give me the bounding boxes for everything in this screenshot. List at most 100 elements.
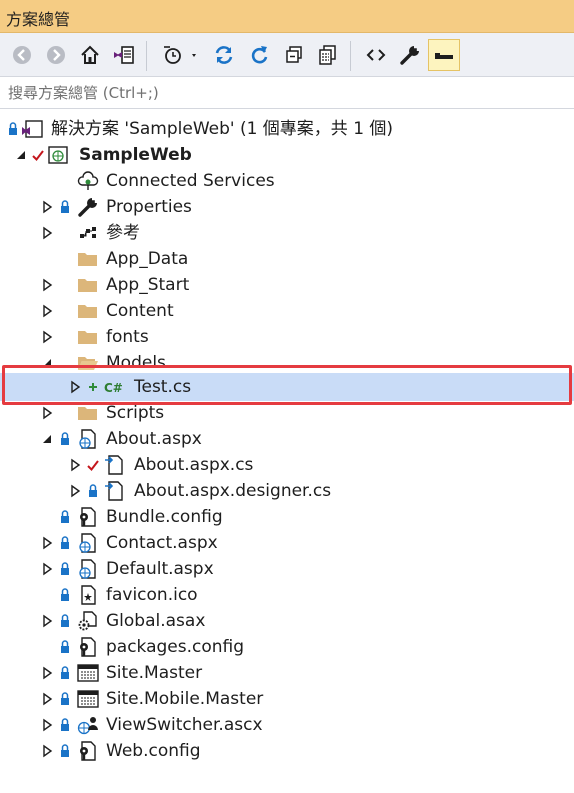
tree-item-label: Web.config [106, 741, 201, 761]
tree-item-fonts[interactable]: fonts [0, 324, 574, 350]
tree-item-site-master[interactable]: Site.Master [0, 660, 574, 686]
tree-item-web-config[interactable]: Web.config [0, 738, 574, 764]
collapsed-arrow-icon[interactable] [40, 613, 54, 629]
tree-item-site-mobile-master[interactable]: Site.Mobile.Master [0, 686, 574, 712]
collapsed-arrow-icon[interactable] [40, 199, 54, 215]
master-page-icon [77, 690, 99, 708]
tree-item-label: Default.aspx [106, 559, 214, 579]
collapsed-arrow-icon[interactable] [68, 457, 82, 473]
tree-item-label: App_Data [106, 249, 189, 269]
lock-icon [61, 432, 69, 445]
tree-item-label: 解決方案 'SampleWeb' (1 個專案，共 1 個) [51, 119, 394, 139]
tree-item-references[interactable]: 參考 [0, 220, 574, 246]
tree-item-label: App_Start [106, 275, 190, 295]
collapsed-arrow-icon[interactable] [40, 277, 54, 293]
tree-item-packages-config[interactable]: packages.config [0, 634, 574, 660]
lock-icon [61, 692, 69, 705]
view-code-icon[interactable] [362, 41, 390, 69]
preview-selected-items-icon[interactable] [428, 39, 460, 71]
lock-icon [61, 588, 69, 601]
collapsed-arrow-icon[interactable] [68, 379, 82, 395]
tree-item-label: Content [106, 301, 174, 321]
search-box[interactable] [0, 77, 574, 109]
tree-item-app-start[interactable]: App_Start [0, 272, 574, 298]
code-file-icon [105, 455, 123, 475]
tree-item-about-aspx[interactable]: About.aspx [0, 426, 574, 452]
collapsed-arrow-icon[interactable] [40, 303, 54, 319]
solution-tree: 解決方案 'SampleWeb' (1 個專案，共 1 個) SampleWeb… [0, 110, 574, 793]
tree-item-app-data[interactable]: App_Data [0, 246, 574, 272]
lock-icon [9, 122, 17, 135]
tree-item-label: packages.config [106, 637, 245, 657]
refresh-icon[interactable] [246, 41, 274, 69]
expanded-arrow-icon[interactable] [40, 355, 54, 371]
collapsed-arrow-icon[interactable] [40, 535, 54, 551]
solution-explorer-title-bar: 方案總管 [0, 0, 574, 33]
collapsed-arrow-icon[interactable] [40, 561, 54, 577]
tree-item-solution[interactable]: 解決方案 'SampleWeb' (1 個專案，共 1 個) [0, 116, 574, 142]
collapsed-arrow-icon[interactable] [40, 329, 54, 345]
lock-icon [61, 200, 69, 213]
solution-explorer-toolbar [0, 33, 574, 77]
tree-item-contact-aspx[interactable]: Contact.aspx [0, 530, 574, 556]
toolbar-separator [146, 41, 147, 71]
home-icon[interactable] [76, 41, 104, 69]
tree-item-about-aspx-designer-cs[interactable]: About.aspx.designer.cs [0, 478, 574, 504]
tree-item-connected-services[interactable]: Connected Services [0, 168, 574, 194]
svg-text:C#: C# [104, 381, 123, 395]
back-icon[interactable] [8, 41, 36, 69]
collapse-all-icon[interactable] [280, 41, 308, 69]
forward-icon[interactable] [42, 41, 70, 69]
pending-add-icon [89, 383, 97, 391]
lock-icon [61, 614, 69, 627]
csharp-file-icon: C# [104, 381, 123, 395]
tree-item-label: Connected Services [106, 171, 275, 191]
tree-item-sampleweb[interactable]: SampleWeb [0, 142, 574, 168]
user-control-icon [77, 717, 98, 735]
tree-item-properties[interactable]: Properties [0, 194, 574, 220]
tree-item-favicon-ico[interactable]: favicon.ico [0, 582, 574, 608]
tree-item-content[interactable]: Content [0, 298, 574, 324]
master-page-icon [77, 664, 99, 682]
collapsed-arrow-icon[interactable] [40, 717, 54, 733]
expanded-arrow-icon[interactable] [40, 431, 54, 447]
tree-item-label: About.aspx.designer.cs [134, 481, 332, 501]
tree-item-label: Properties [106, 197, 192, 217]
tree-item-label: fonts [106, 327, 149, 347]
lock-icon [61, 744, 69, 757]
collapsed-arrow-icon[interactable] [40, 743, 54, 759]
lock-icon [89, 484, 97, 497]
collapsed-arrow-icon[interactable] [40, 405, 54, 421]
panel-title: 方案總管 [6, 10, 71, 29]
pending-changes-filter-icon[interactable] [158, 41, 202, 69]
sync-icon[interactable] [210, 41, 238, 69]
tree-item-viewswitcher-ascx[interactable]: ViewSwitcher.ascx [0, 712, 574, 738]
tree-item-test-cs[interactable]: C# Test.cs [0, 373, 574, 401]
config-file-icon [80, 741, 96, 761]
tree-item-about-aspx-cs[interactable]: About.aspx.cs [0, 452, 574, 478]
expanded-arrow-icon[interactable] [14, 147, 28, 163]
connected-services-icon [77, 171, 99, 190]
lock-icon [61, 640, 69, 653]
tree-item-label: SampleWeb [79, 145, 192, 165]
icon-file-icon [81, 585, 96, 605]
collapsed-arrow-icon[interactable] [68, 483, 82, 499]
properties-icon[interactable] [396, 41, 424, 69]
collapsed-arrow-icon[interactable] [40, 225, 54, 241]
lock-icon [61, 510, 69, 523]
tree-item-default-aspx[interactable]: Default.aspx [0, 556, 574, 582]
tree-item-global-asax[interactable]: Global.asax [0, 608, 574, 634]
collapsed-arrow-icon[interactable] [40, 665, 54, 681]
tree-item-bundle-config[interactable]: Bundle.config [0, 504, 574, 530]
code-file-icon [105, 481, 123, 501]
toolbar-separator [350, 41, 351, 71]
search-input[interactable] [8, 82, 548, 104]
show-all-files-icon[interactable] [314, 41, 342, 69]
folder-icon [78, 279, 97, 292]
tree-item-label: Scripts [106, 403, 165, 423]
switch-views-icon[interactable] [110, 41, 138, 69]
tree-item-label: Global.asax [106, 611, 206, 631]
collapsed-arrow-icon[interactable] [40, 691, 54, 707]
config-file-icon [80, 507, 96, 527]
tree-item-scripts[interactable]: Scripts [0, 400, 574, 426]
